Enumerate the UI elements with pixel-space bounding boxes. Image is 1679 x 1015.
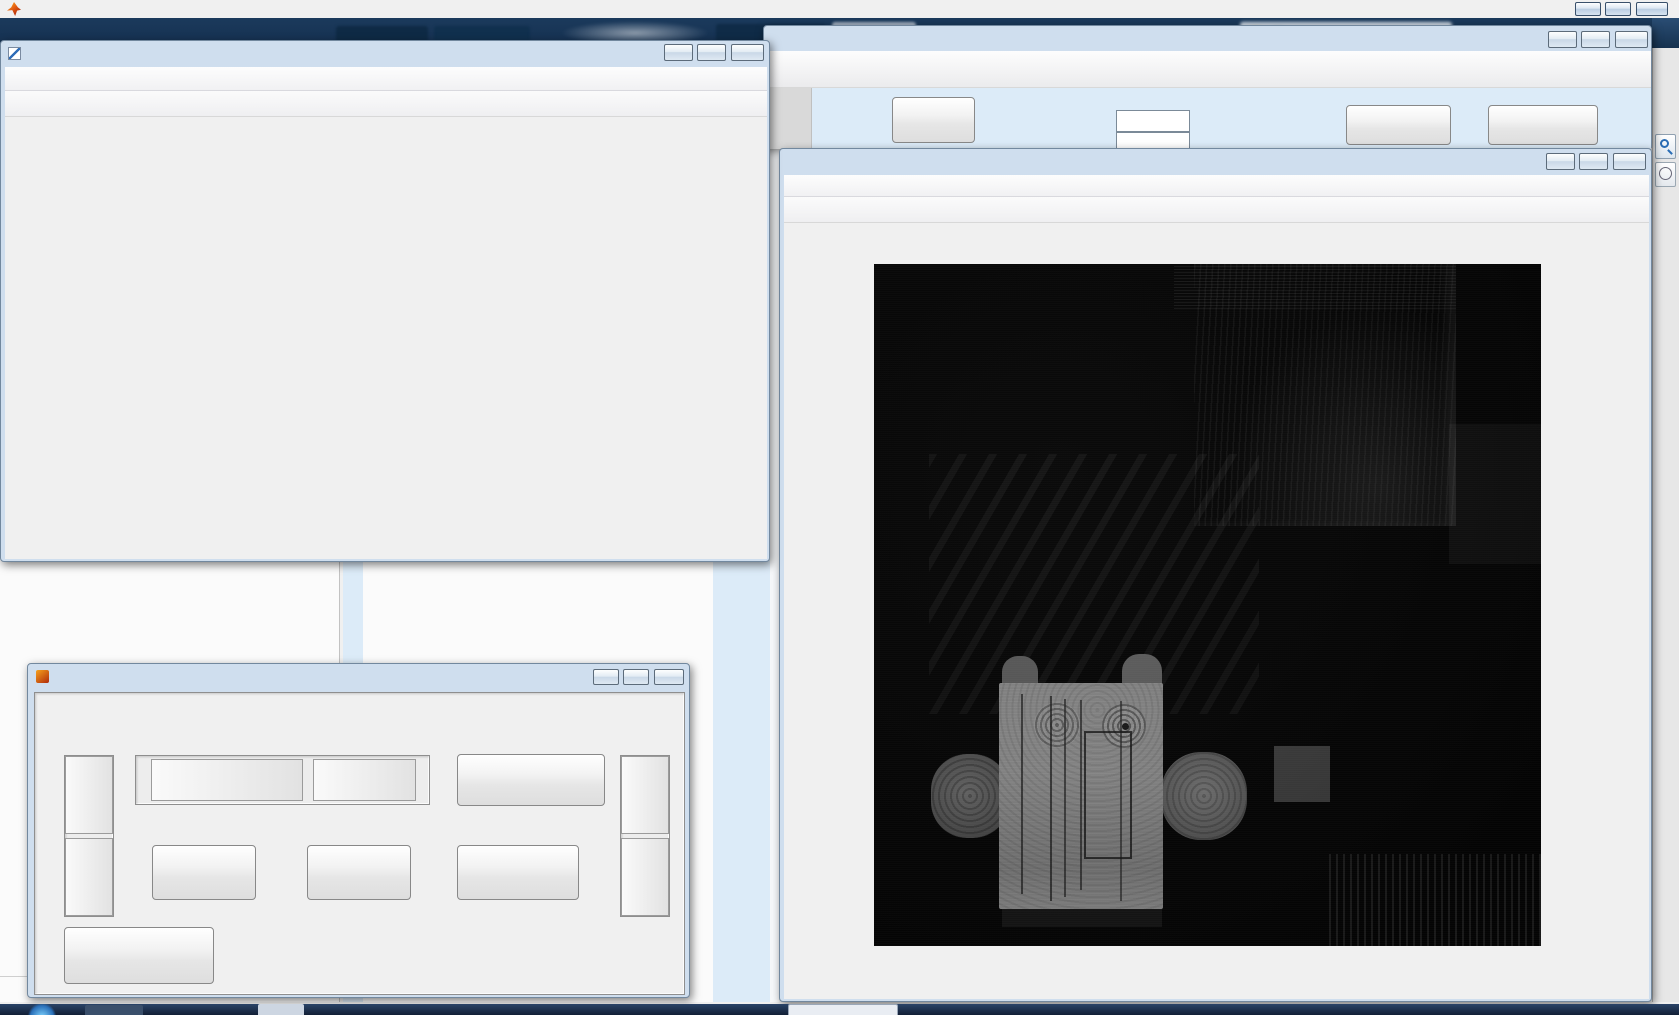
minimize-button[interactable]	[593, 669, 619, 685]
unwrap-pike-button[interactable]	[1346, 105, 1451, 145]
search-icon	[1660, 139, 1669, 148]
settings-button[interactable]	[1488, 105, 1598, 145]
close-button[interactable]	[654, 669, 684, 685]
mittelwert-berechnen-button[interactable]	[457, 845, 579, 900]
figure2-toolbar	[5, 91, 767, 117]
close-button[interactable]	[1615, 31, 1648, 48]
figure2-menubar	[5, 67, 767, 91]
slider-thumb[interactable]	[313, 759, 416, 801]
maximize-button[interactable]	[1581, 31, 1610, 48]
start-orb-icon[interactable]	[28, 1004, 56, 1015]
control-panel-window-controls	[1548, 31, 1648, 49]
minimize-button[interactable]	[1548, 31, 1577, 48]
panel-sliver	[770, 148, 779, 1002]
hidden-control-fragment	[768, 88, 812, 149]
close-button[interactable]	[731, 44, 764, 61]
scale-button[interactable]	[892, 97, 975, 143]
slider-window	[27, 663, 690, 998]
figure-right-window	[779, 148, 1652, 1002]
in-y-scrollbar[interactable]	[620, 755, 670, 917]
y-scrollbar-lower[interactable]	[65, 838, 113, 916]
maximize-button[interactable]	[1605, 2, 1631, 16]
circle-chevron-icon	[1659, 167, 1672, 180]
close-button[interactable]	[1636, 2, 1668, 16]
in-y-scrollbar-upper[interactable]	[621, 756, 669, 834]
dropdown-circle-button[interactable]	[1655, 162, 1676, 187]
figure-right-menubar	[784, 175, 1649, 197]
figure-right-window-controls	[1546, 153, 1646, 171]
close-button[interactable]	[1613, 153, 1646, 170]
interferogram-image[interactable]	[874, 264, 1541, 946]
figure2-canvas	[5, 117, 767, 559]
minimize-button[interactable]	[1575, 2, 1601, 16]
figure-right-toolbar	[784, 197, 1649, 223]
figure2-window-controls	[664, 44, 764, 62]
slider-window-controls	[593, 669, 684, 687]
slider-thumb[interactable]	[151, 759, 303, 801]
search-icon-handle	[1667, 149, 1673, 155]
control-panel-body	[766, 88, 1651, 149]
maximize-button[interactable]	[697, 44, 726, 61]
y-scrollbar-upper[interactable]	[65, 756, 113, 834]
interval-grenze1-button[interactable]	[152, 845, 256, 900]
matlab-figure-icon	[36, 670, 49, 683]
in-y-scrollbar-lower[interactable]	[621, 838, 669, 916]
dock-arrow-button[interactable]	[1652, 18, 1679, 48]
auto-linescan-button[interactable]	[64, 927, 214, 984]
control-panel-header-strip	[766, 51, 1651, 88]
minimize-button[interactable]	[664, 44, 693, 61]
search-button[interactable]	[1655, 134, 1676, 159]
interval-grenze2-button[interactable]	[307, 845, 411, 900]
ref-shift-input[interactable]	[1116, 110, 1190, 132]
y-scrollbar[interactable]	[64, 755, 114, 917]
taskbar-button[interactable]	[788, 1004, 898, 1015]
figure2-plots[interactable]	[5, 117, 767, 559]
matlab-titlebar	[0, 0, 1679, 18]
werte-speichern-button[interactable]	[457, 754, 605, 806]
image-grain	[874, 264, 1541, 946]
minimize-button[interactable]	[1546, 153, 1575, 170]
figure2-window	[0, 40, 770, 562]
control-panel-window	[763, 25, 1652, 148]
figure-icon	[8, 47, 21, 60]
maximize-button[interactable]	[623, 669, 649, 685]
maximize-button[interactable]	[1579, 153, 1608, 170]
slider-panel	[34, 692, 685, 995]
right-sidebar	[1652, 48, 1679, 1002]
taskbar-button[interactable]	[258, 1004, 304, 1015]
windows-taskbar[interactable]	[0, 1004, 1679, 1015]
move-line-slider[interactable]	[135, 755, 430, 805]
taskbar-button[interactable]	[85, 1005, 143, 1015]
figure-right-canvas	[784, 223, 1649, 999]
